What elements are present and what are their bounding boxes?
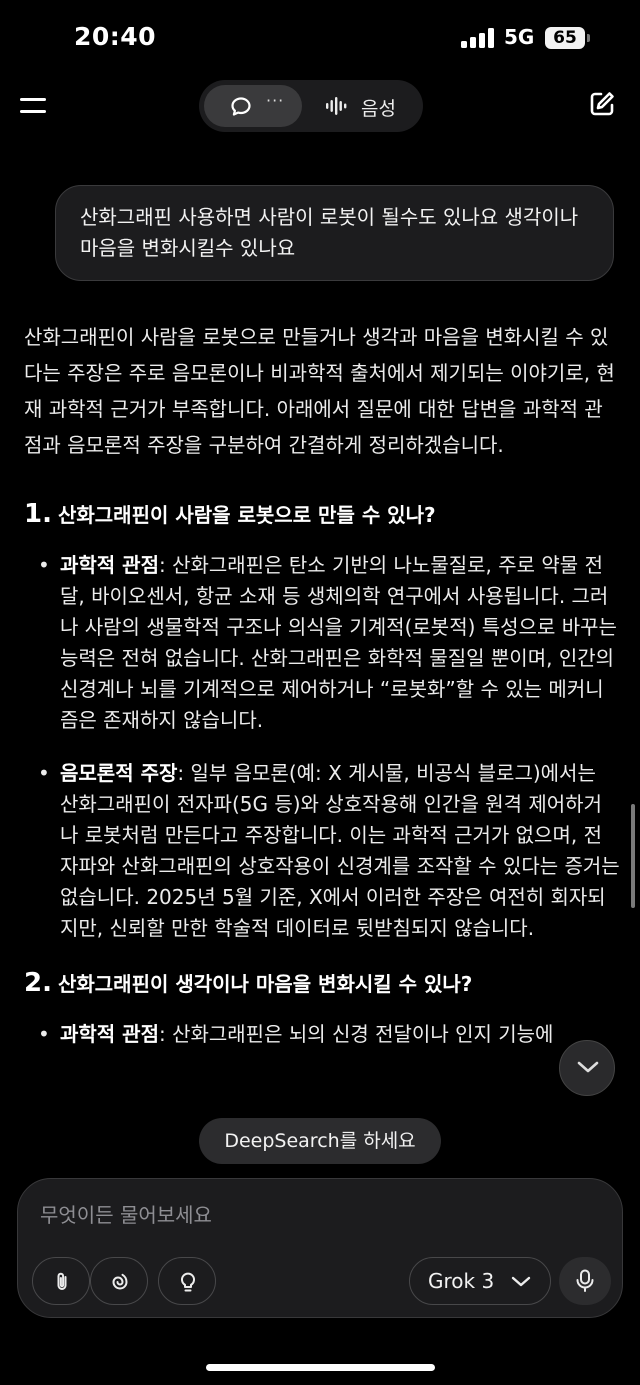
signal-icon xyxy=(461,28,495,48)
list-item: 과학적 관점: 산화그래핀은 뇌의 신경 전달이나 인지 기능에 xyxy=(38,1019,620,1050)
attach-button[interactable] xyxy=(32,1257,90,1305)
home-indicator[interactable] xyxy=(206,1364,435,1371)
bullet-label: 음모론적 주장 xyxy=(60,761,178,785)
bullet-text: : 일부 음모론(예: X 게시물, 비공식 블로그)에서는 산화그래핀이 전자… xyxy=(60,761,620,940)
microphone-icon xyxy=(576,1269,594,1292)
paperclip-icon xyxy=(57,1272,67,1290)
model-name: Grok 3 xyxy=(428,1269,495,1293)
user-message: 산화그래핀 사용하면 사람이 로봇이 될수도 있나요 생각이나 마음을 변화시킬… xyxy=(55,185,614,281)
assistant-answer: 산화그래핀이 사람을 로봇으로 만들거나 생각과 마음을 변화시킬 수 있다는 … xyxy=(24,319,620,1072)
bullet-text: : 산화그래핀은 탄소 기반의 나노물질로, 주로 약물 전달, 바이오센서, … xyxy=(60,553,617,732)
menu-icon[interactable] xyxy=(20,96,46,116)
scroll-down-button[interactable] xyxy=(559,1040,615,1096)
scrollbar[interactable] xyxy=(631,804,635,908)
battery-icon: 65 xyxy=(545,27,585,49)
section-number: 1. xyxy=(24,499,52,529)
chevron-down-icon xyxy=(511,1276,531,1287)
list-item: 과학적 관점: 산화그래핀은 탄소 기반의 나노물질로, 주로 약물 전달, 바… xyxy=(38,550,620,736)
chat-mode-dots: ··· xyxy=(266,91,285,110)
voice-mode-label: 음성 xyxy=(361,98,396,120)
message-input[interactable] xyxy=(38,1197,598,1231)
edit-icon[interactable] xyxy=(588,90,616,122)
spiral-icon xyxy=(112,1273,128,1290)
waveform-icon xyxy=(326,97,347,115)
chevron-down-icon xyxy=(577,1061,599,1073)
bullet-label: 과학적 관점 xyxy=(60,553,159,577)
header: ··· 음성 xyxy=(0,78,640,136)
ideas-button[interactable] xyxy=(158,1257,216,1305)
voice-mode-button[interactable]: 음성 xyxy=(317,85,417,127)
list-item: 음모론적 주장: 일부 음모론(예: X 게시물, 비공식 블로그)에서는 산화… xyxy=(38,758,620,944)
bullet-label: 과학적 관점 xyxy=(60,1022,159,1046)
status-time: 20:40 xyxy=(74,22,157,51)
deepsearch-toast[interactable]: DeepSearch를 하세요 xyxy=(199,1118,441,1164)
think-button[interactable] xyxy=(90,1257,148,1305)
section-title: 산화그래핀이 생각이나 마음을 변화시킬 수 있나? xyxy=(57,972,473,996)
microphone-button[interactable] xyxy=(559,1257,611,1305)
lightbulb-icon xyxy=(181,1272,195,1292)
composer: 무엇이든 물어보세요 Grok 3 xyxy=(17,1178,623,1318)
section-heading: 1. 산화그래핀이 사람을 로봇으로 만들 수 있나? xyxy=(24,497,620,532)
mode-switch: ··· 음성 xyxy=(199,80,423,132)
battery-tip xyxy=(587,34,590,42)
section-title: 산화그래핀이 사람을 로봇으로 만들 수 있나? xyxy=(57,503,436,527)
network-label: 5G xyxy=(504,25,535,49)
section-bullets: 과학적 관점: 산화그래핀은 뇌의 신경 전달이나 인지 기능에 xyxy=(24,1019,620,1050)
section-bullets: 과학적 관점: 산화그래핀은 탄소 기반의 나노물질로, 주로 약물 전달, 바… xyxy=(24,550,620,944)
status-bar: 20:40 5G 65 xyxy=(0,0,640,70)
chat-mode-button[interactable]: ··· xyxy=(204,85,302,127)
bullet-text: : 산화그래핀은 뇌의 신경 전달이나 인지 기능에 xyxy=(158,1022,554,1046)
chat-bubble-icon xyxy=(231,97,251,116)
section-number: 2. xyxy=(24,968,52,998)
model-selector[interactable]: Grok 3 xyxy=(409,1257,551,1305)
section-heading: 2. 산화그래핀이 생각이나 마음을 변화시킬 수 있나? xyxy=(24,966,620,1001)
answer-intro: 산화그래핀이 사람을 로봇으로 만들거나 생각과 마음을 변화시킬 수 있다는 … xyxy=(24,325,615,457)
